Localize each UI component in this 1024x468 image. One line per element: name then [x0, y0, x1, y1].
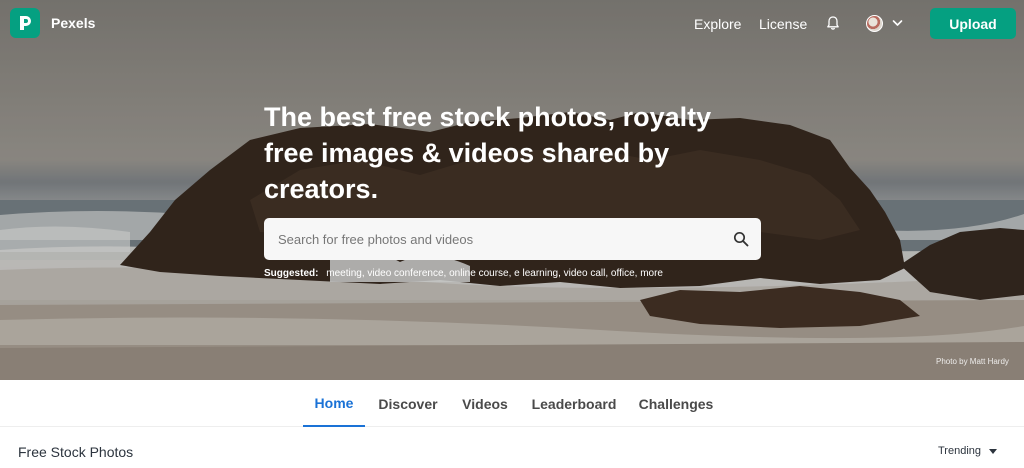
suggestion-link[interactable]: meeting — [326, 268, 362, 279]
avatar[interactable] — [866, 15, 883, 32]
chevron-down-icon[interactable] — [892, 18, 903, 28]
suggestion-link[interactable]: video conference — [367, 268, 443, 279]
pexels-logo-icon[interactable] — [10, 8, 40, 38]
search-icon[interactable] — [733, 231, 749, 247]
upload-button[interactable]: Upload — [930, 8, 1016, 39]
caret-down-icon[interactable] — [989, 449, 997, 454]
nav-license-link[interactable]: License — [759, 16, 807, 32]
suggestion-link[interactable]: online course — [449, 268, 508, 279]
section-tabs: Home Discover Videos Leaderboard Challen… — [0, 380, 1024, 427]
search-input[interactable] — [264, 218, 724, 260]
suggestion-link[interactable]: e learning — [514, 268, 558, 279]
section-title: Free Stock Photos — [18, 444, 134, 460]
bell-icon[interactable] — [825, 15, 841, 31]
tab-challenges[interactable]: Challenges — [633, 380, 719, 427]
hero-headline: The best free stock photos, royalty free… — [264, 102, 712, 204]
photo-credit-link[interactable]: Photo by Matt Hardy — [936, 357, 1009, 366]
sort-dropdown[interactable]: Trending — [938, 445, 981, 457]
tab-videos[interactable]: Videos — [455, 380, 515, 427]
suggestion-more-link[interactable]: more — [640, 268, 663, 279]
tab-home[interactable]: Home — [303, 380, 365, 427]
suggested-searches: Suggested: meeting, video conference, on… — [264, 268, 663, 279]
suggestion-link[interactable]: video call — [564, 268, 606, 279]
search-bar — [264, 218, 761, 260]
top-navigation: Pexels Explore License Upload — [0, 0, 1024, 48]
brand-name[interactable]: Pexels — [51, 15, 95, 31]
tab-leaderboard[interactable]: Leaderboard — [527, 380, 621, 427]
suggested-label: Suggested: — [264, 268, 319, 279]
nav-explore-link[interactable]: Explore — [694, 16, 741, 32]
suggestion-link[interactable]: office — [611, 268, 635, 279]
tab-discover[interactable]: Discover — [372, 380, 444, 427]
